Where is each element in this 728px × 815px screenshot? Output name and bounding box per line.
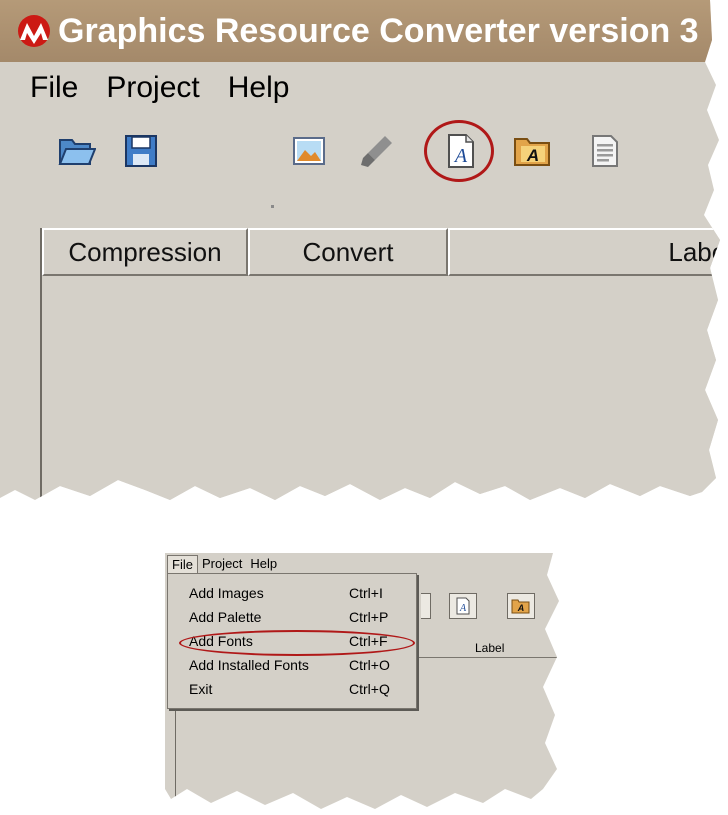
- column-compression[interactable]: Compression: [42, 228, 248, 276]
- menu-item-label: Exit: [189, 681, 213, 697]
- menu-project[interactable]: Project: [92, 71, 213, 105]
- installed-font-icon[interactable]: A: [507, 593, 535, 619]
- highlight-oval: [179, 630, 415, 656]
- add-image-icon[interactable]: [286, 128, 332, 174]
- menu-item-add-images[interactable]: Add Images Ctrl+I: [168, 582, 416, 604]
- menu-item-exit[interactable]: Exit Ctrl+Q: [168, 678, 416, 700]
- installed-font-icon[interactable]: A: [510, 128, 556, 174]
- document-icon[interactable]: [582, 128, 628, 174]
- menu-item-label: Add Images: [189, 585, 264, 601]
- menu-item-shortcut: Ctrl+I: [349, 585, 383, 601]
- menu-bar-small: File Project Help: [167, 554, 281, 574]
- save-disk-icon[interactable]: [118, 128, 164, 174]
- table-header-small: Label: [417, 639, 557, 658]
- menu-item-add-installed-fonts[interactable]: Add Installed Fonts Ctrl+O: [168, 654, 416, 676]
- menu-bar: File Project Help: [0, 66, 303, 110]
- menu-item-shortcut: Ctrl+Q: [349, 681, 390, 697]
- main-window-screenshot: Graphics Resource Converter version 3 Fi…: [0, 0, 720, 500]
- menu-item-shortcut: Ctrl+P: [349, 609, 389, 625]
- separator-dot: [271, 205, 274, 208]
- file-dropdown-menu: Add Images Ctrl+I Add Palette Ctrl+P Add…: [167, 573, 417, 709]
- menu-file-open[interactable]: File: [167, 554, 198, 574]
- menu-help[interactable]: Help: [214, 71, 304, 105]
- svg-text:A: A: [517, 603, 525, 613]
- highlight-circle: [424, 120, 494, 182]
- file-menu-screenshot: File Project Help A A Label Add Images C…: [165, 553, 559, 809]
- svg-text:A: A: [526, 146, 539, 165]
- column-label[interactable]: Label: [448, 228, 720, 276]
- menu-item-label: Add Palette: [189, 609, 262, 625]
- menu-project-small[interactable]: Project: [198, 555, 246, 573]
- microchip-logo-icon: [18, 15, 50, 47]
- add-font-icon[interactable]: A: [449, 593, 477, 619]
- svg-text:A: A: [459, 603, 467, 614]
- menu-item-add-palette[interactable]: Add Palette Ctrl+P: [168, 606, 416, 628]
- resource-table: Compression Convert Label: [40, 228, 720, 500]
- window-title: Graphics Resource Converter version 3: [58, 11, 699, 50]
- open-folder-icon[interactable]: [54, 128, 100, 174]
- menu-file[interactable]: File: [0, 71, 92, 105]
- menu-help-small[interactable]: Help: [246, 555, 281, 573]
- title-bar: Graphics Resource Converter version 3: [0, 0, 720, 62]
- menu-item-label: Add Installed Fonts: [189, 657, 309, 673]
- table-header: Compression Convert Label: [42, 228, 720, 276]
- toolbar: A A: [0, 128, 700, 178]
- column-convert[interactable]: Convert: [248, 228, 448, 276]
- menu-item-shortcut: Ctrl+O: [349, 657, 390, 673]
- palette-brush-icon[interactable]: [354, 128, 400, 174]
- toolbar-button-partial[interactable]: [421, 593, 431, 619]
- column-label-small[interactable]: Label: [475, 641, 504, 655]
